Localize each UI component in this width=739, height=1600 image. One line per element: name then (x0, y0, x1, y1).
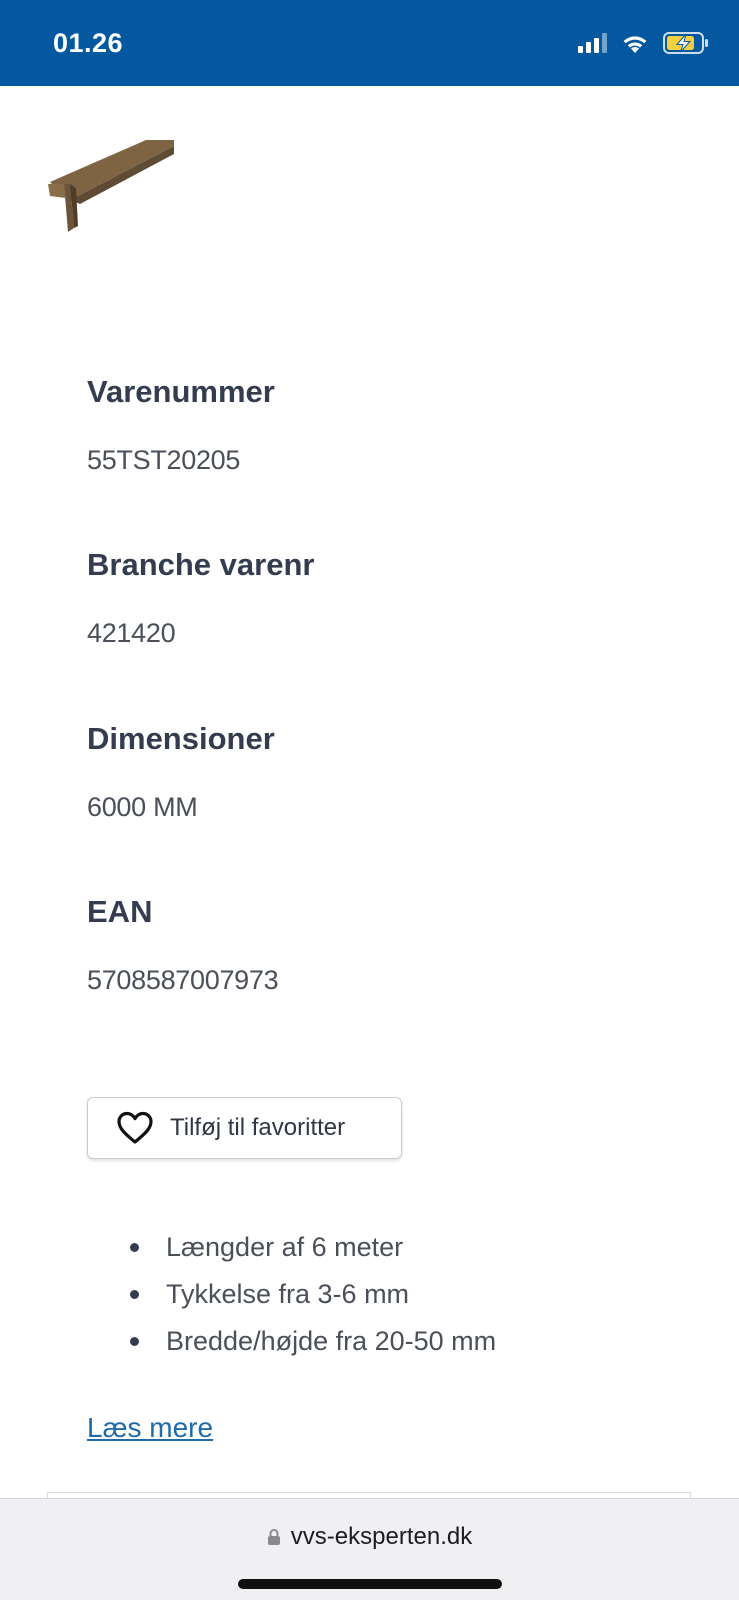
status-icons (578, 32, 709, 54)
favorite-button-label: Tilføj til favoritter (170, 1114, 346, 1141)
product-image (48, 140, 174, 232)
spec-label: Branche varenr (87, 547, 315, 582)
spec-label: EAN (87, 894, 153, 929)
battery-charging-icon (663, 32, 708, 54)
feature-list: Længder af 6 meter Tykkelse fra 3-6 mm B… (130, 1230, 496, 1371)
spec-ean: EAN 5708587007973 (87, 894, 279, 996)
list-item: Længder af 6 meter (130, 1230, 496, 1277)
add-to-favorites-button[interactable]: Tilføj til favoritter (87, 1097, 402, 1159)
home-indicator[interactable] (238, 1579, 502, 1589)
signal-icon (578, 33, 607, 53)
heart-icon (117, 1111, 153, 1144)
spec-varenummer: Varenummer 55TST20205 (87, 374, 275, 476)
spec-branche-varenr: Branche varenr 421420 (87, 547, 314, 649)
browser-address-bar[interactable]: vvs-eksperten.dk (0, 1498, 739, 1600)
spec-label: Dimensioner (87, 721, 275, 756)
wifi-icon (623, 35, 647, 53)
list-item: Bredde/højde fra 20-50 mm (130, 1324, 496, 1371)
list-item: Tykkelse fra 3-6 mm (130, 1277, 496, 1324)
spec-value: 6000 MM (87, 792, 198, 822)
spec-value: 5708587007973 (87, 965, 279, 995)
spec-value: 55TST20205 (87, 445, 241, 475)
read-more-link[interactable]: Læs mere (87, 1412, 213, 1444)
status-bar: 01.26 (0, 0, 739, 86)
url-text: vvs-eksperten.dk (290, 1523, 473, 1550)
url-display[interactable]: vvs-eksperten.dk (0, 1523, 739, 1551)
spec-dimensioner: Dimensioner 6000 MM (87, 721, 275, 823)
lock-icon (267, 1529, 280, 1545)
status-time: 01.26 (53, 28, 124, 58)
spec-value: 421420 (87, 618, 176, 648)
spec-label: Varenummer (87, 374, 275, 409)
